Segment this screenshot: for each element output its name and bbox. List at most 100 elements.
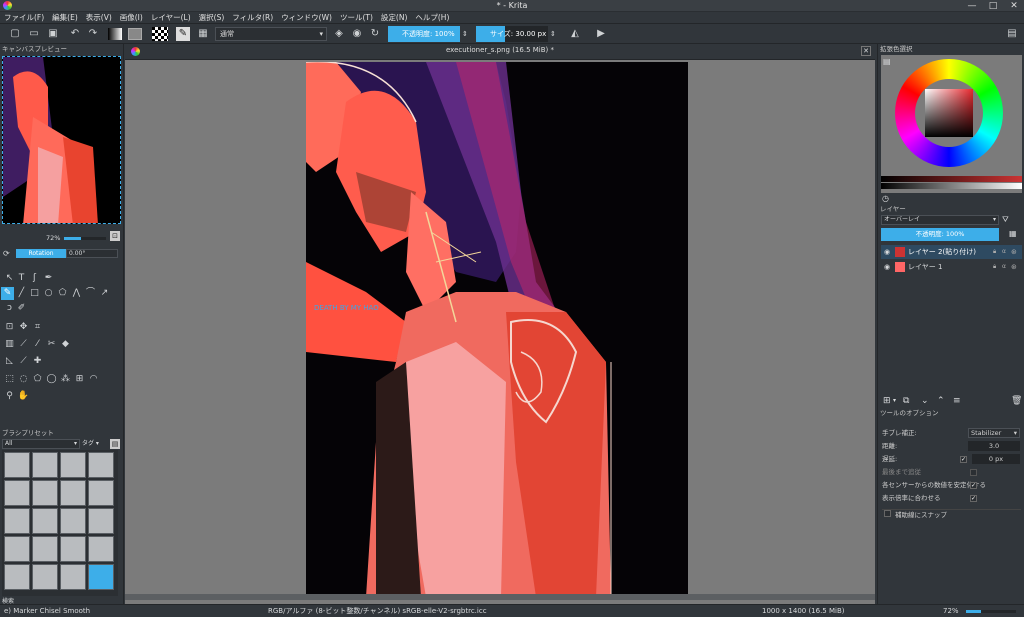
- brush-preset-tile[interactable]: [32, 480, 58, 506]
- mirror-horizontal-icon[interactable]: ◭: [568, 27, 582, 41]
- move-layer-up-icon[interactable]: ⌃: [937, 395, 945, 407]
- layer-inherit-icon[interactable]: ⊛: [1011, 245, 1017, 259]
- reference-tool-icon[interactable]: ✚: [31, 355, 44, 368]
- horizontal-scrollbar[interactable]: [125, 594, 875, 600]
- delete-layer-icon[interactable]: 🗑︎: [1011, 395, 1022, 407]
- ellipse-tool-icon[interactable]: ○: [42, 287, 55, 300]
- opacity-slider[interactable]: 不透明度: 100%: [388, 26, 460, 42]
- color-history-icon[interactable]: ◷: [882, 194, 889, 203]
- finish-checkbox[interactable]: [970, 469, 977, 476]
- polygon-select-tool-icon[interactable]: ⬠: [31, 373, 44, 386]
- smart-patch-tool-icon[interactable]: ⁄: [31, 338, 44, 351]
- transform-tool-icon[interactable]: ⊡: [3, 321, 16, 334]
- bucket-fill-tool-icon[interactable]: ◆: [59, 338, 72, 351]
- add-layer-chevron-icon[interactable]: ▾: [893, 395, 896, 407]
- zoom-tool-icon[interactable]: ⚲: [3, 390, 16, 403]
- size-spin-arrows-icon[interactable]: ⇕: [550, 30, 556, 38]
- brush-preset-tile[interactable]: [60, 508, 86, 534]
- assistant-tool-icon[interactable]: ◺: [3, 355, 16, 368]
- brush-preset-tile[interactable]: [4, 452, 30, 478]
- mirror-vertical-icon[interactable]: ▶: [594, 27, 608, 41]
- add-layer-icon[interactable]: ⊞: [883, 395, 891, 407]
- layer-filter-icon[interactable]: ⛛: [1002, 215, 1009, 225]
- new-document-icon[interactable]: ▢: [8, 27, 22, 41]
- ellipse-select-tool-icon[interactable]: ◌: [17, 373, 30, 386]
- similar-select-tool-icon[interactable]: ⊞: [73, 373, 86, 386]
- brush-preset-tile[interactable]: [4, 536, 30, 562]
- freehand-select-tool-icon[interactable]: ◯: [45, 373, 58, 386]
- brush-preset-tile[interactable]: [88, 480, 114, 506]
- preserve-alpha-icon[interactable]: ◉: [350, 27, 364, 41]
- move-layer-down-icon[interactable]: ⌄: [921, 395, 929, 407]
- layer-view-icon[interactable]: ▦: [1009, 229, 1017, 238]
- pan-tool-icon[interactable]: ✋: [17, 390, 30, 403]
- color-slider-2[interactable]: [881, 183, 1022, 189]
- brush-view-icon[interactable]: ▤: [110, 439, 120, 449]
- canvas-preview-thumbnail[interactable]: [2, 56, 121, 224]
- layer-inherit-icon[interactable]: ⊛: [1011, 260, 1017, 274]
- brush-preset-tile[interactable]: [60, 564, 86, 590]
- snap-checkbox[interactable]: [884, 510, 891, 517]
- rotation-slider[interactable]: Rotation: [16, 249, 66, 258]
- polygon-tool-icon[interactable]: ⬠: [56, 287, 69, 300]
- brush-filter-dropdown[interactable]: All ▾: [2, 439, 80, 449]
- menu-image[interactable]: 画像(I): [116, 12, 147, 24]
- rotation-input[interactable]: 0.00°: [66, 249, 118, 258]
- crop-tool-icon[interactable]: ⌗: [31, 321, 44, 334]
- layer-blend-dropdown[interactable]: オーバーレイ ▾: [881, 215, 999, 225]
- grid-options-icon[interactable]: ▦: [196, 27, 210, 41]
- menu-window[interactable]: ウィンドウ(W): [277, 12, 336, 24]
- edit-shapes-tool-icon[interactable]: ʃ: [28, 272, 41, 285]
- calligraphy-tool-icon[interactable]: ✒: [42, 272, 55, 285]
- spin-arrows-icon[interactable]: ⇕: [462, 30, 468, 38]
- layer-row-selected[interactable]: ◉ レイヤー 2(貼り付け) 🔒︎ α ⊛: [881, 245, 1022, 259]
- zoom-slider[interactable]: [64, 237, 106, 240]
- move-tool-icon[interactable]: ✥: [17, 321, 30, 334]
- rectangle-tool-icon[interactable]: □: [28, 287, 41, 300]
- artwork-canvas[interactable]: DEATH BY MY HAO: [306, 62, 688, 597]
- menu-help[interactable]: ヘルプ(H): [411, 12, 453, 24]
- menu-settings[interactable]: 設定(N): [377, 12, 411, 24]
- smoothing-dropdown[interactable]: Stabilizer ▾: [968, 428, 1020, 438]
- polyline-tool-icon[interactable]: ⋀: [70, 287, 83, 300]
- distance-input[interactable]: 3.0: [968, 441, 1020, 451]
- brush-preset-tile[interactable]: [88, 536, 114, 562]
- duplicate-layer-icon[interactable]: ⧉: [903, 395, 909, 407]
- brush-preset-tile[interactable]: [60, 480, 86, 506]
- zoom-reset-icon[interactable]: ⊡: [110, 231, 120, 241]
- freehand-path-tool-icon[interactable]: ↗: [98, 287, 111, 300]
- redo-icon[interactable]: ↷: [86, 27, 100, 41]
- color-picker-tool-icon[interactable]: ⟋: [17, 338, 30, 351]
- brush-preset-tile[interactable]: [32, 536, 58, 562]
- menu-edit[interactable]: 編集(E): [48, 12, 82, 24]
- menu-layer[interactable]: レイヤー(L): [147, 12, 195, 24]
- visibility-eye-icon[interactable]: ◉: [884, 260, 890, 274]
- stabilize-checkbox[interactable]: ✓: [970, 482, 977, 489]
- maximize-button[interactable]: □: [983, 0, 1003, 12]
- fill-tool-icon[interactable]: ✂: [45, 338, 58, 351]
- layer-lock-icon[interactable]: 🔒︎: [993, 260, 996, 274]
- blend-mode-dropdown[interactable]: 通常 ▾: [215, 27, 327, 41]
- brush-preset-tile[interactable]: [32, 508, 58, 534]
- layer-row[interactable]: ◉ レイヤー 1 🔒︎ α ⊛: [881, 260, 1022, 274]
- multibrush-tool-icon[interactable]: ✐: [15, 302, 28, 315]
- brush-preset-tile[interactable]: [4, 480, 30, 506]
- gradient-tool-icon[interactable]: ▥: [3, 338, 16, 351]
- brush-preset-tile[interactable]: [60, 452, 86, 478]
- brush-preset-tile[interactable]: [32, 564, 58, 590]
- layer-alpha-icon[interactable]: α: [1002, 245, 1006, 259]
- bezier-tool-icon[interactable]: ⌒: [84, 287, 97, 300]
- tag-button[interactable]: タグ ▾: [82, 439, 106, 449]
- delay-checkbox[interactable]: ✓: [960, 456, 967, 463]
- visibility-eye-icon[interactable]: ◉: [884, 245, 890, 259]
- line-tool-icon[interactable]: ╱: [15, 287, 28, 300]
- brush-preset-tile-selected[interactable]: [88, 564, 114, 590]
- open-folder-icon[interactable]: ▭: [27, 27, 41, 41]
- size-slider[interactable]: サイズ: 30.00 px: [476, 26, 548, 42]
- brush-preset-tile[interactable]: [88, 452, 114, 478]
- menu-select[interactable]: 選択(S): [195, 12, 229, 24]
- saturation-value-square[interactable]: [925, 89, 973, 137]
- color-settings-icon[interactable]: ▤: [883, 57, 891, 66]
- status-zoom-slider[interactable]: [966, 610, 1016, 613]
- save-icon[interactable]: ▣: [46, 27, 60, 41]
